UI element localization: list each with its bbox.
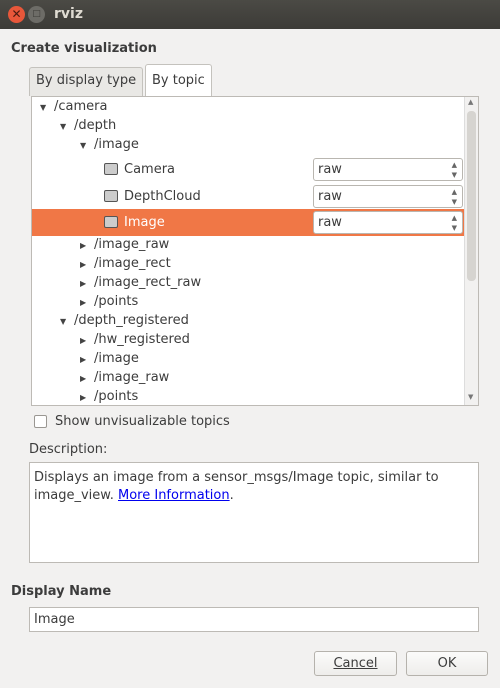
tree-item[interactable]: ▶ /points (32, 292, 464, 311)
more-information-link[interactable]: More Information (118, 488, 230, 503)
tree-scrollbar[interactable]: ▲ ▼ (464, 97, 478, 405)
topic-type-combo[interactable]: raw ▲ ▼ (313, 185, 463, 208)
tab-by-topic[interactable]: By topic (145, 64, 212, 97)
camera-icon (104, 163, 118, 175)
tree-item-label: /depth (74, 118, 117, 133)
tree-item[interactable]: ▶ /points (32, 387, 464, 405)
topic-type-combo[interactable]: raw ▲ ▼ (313, 158, 463, 181)
cancel-label: Cancel (333, 656, 378, 671)
tree-item-label: Image (124, 215, 165, 230)
tree-item[interactable]: ▶ /image_rect (32, 254, 464, 273)
show-unvisualizable-checkbox[interactable] (34, 415, 47, 428)
scrollbar-thumb[interactable] (467, 111, 476, 281)
tree-item-label: /camera (54, 99, 108, 114)
window-title: rviz (54, 6, 83, 22)
tree-item[interactable]: ▼ /camera (32, 97, 464, 116)
tree-item[interactable]: ▶ /image (32, 349, 464, 368)
combo-value: raw (318, 189, 342, 204)
description-end: . (229, 488, 234, 503)
combo-value: raw (318, 215, 342, 230)
tree-item-label: /image (94, 351, 139, 366)
tree-item-label: /depth_registered (74, 313, 189, 328)
description-text: Displays an image from a sensor_msgs/Ima… (34, 470, 439, 503)
spinner-arrows-icon: ▲ ▼ (451, 214, 457, 232)
expand-arrow-icon[interactable]: ▶ (80, 369, 86, 388)
tree-item[interactable]: raw ▲ ▼ Camera (32, 156, 464, 183)
tree-item-label: /points (94, 294, 139, 309)
depthcloud-icon (104, 190, 118, 202)
expand-arrow-icon[interactable]: ▶ (80, 293, 86, 312)
tree-item[interactable]: ▶ /image_raw (32, 235, 464, 254)
ok-button[interactable]: OK (406, 651, 488, 676)
tree-item[interactable]: ▼ /depth (32, 116, 464, 135)
tree-item[interactable]: raw ▲ ▼ DepthCloud (32, 183, 464, 210)
cancel-button[interactable]: Cancel (314, 651, 397, 676)
title-bar: ✕ □ rviz (0, 0, 500, 29)
tree-item-label: /image_raw (94, 370, 170, 385)
expand-arrow-icon[interactable]: ▶ (80, 388, 86, 405)
tree-item-label: /image (94, 137, 139, 152)
tab-by-display-type[interactable]: By display type (29, 67, 144, 96)
close-button[interactable]: ✕ (8, 6, 25, 23)
tree-item[interactable]: ▼ /depth_registered (32, 311, 464, 330)
tree-item[interactable]: ▶ /image_raw (32, 368, 464, 387)
tree-item-label: /image_rect (94, 256, 171, 271)
topic-tree[interactable]: ▶ /points ▶ /image_raw ▶ /image ▶ /hw_registere… (31, 96, 479, 406)
spinner-arrows-icon: ▲ ▼ (451, 188, 457, 206)
display-name-input[interactable] (29, 607, 479, 632)
tree-item-label: /hw_registered (94, 332, 190, 347)
image-icon (104, 216, 118, 228)
expand-arrow-icon[interactable]: ▶ (80, 331, 86, 350)
maximize-button[interactable]: □ (28, 6, 45, 23)
collapse-arrow-icon[interactable]: ▼ (80, 136, 86, 155)
collapse-arrow-icon[interactable]: ▼ (60, 117, 66, 136)
ok-label: OK (437, 656, 457, 671)
expand-arrow-icon[interactable]: ▶ (80, 274, 86, 293)
section-title: Create visualization (11, 41, 157, 56)
tree-item[interactable]: ▶ /hw_registered (32, 330, 464, 349)
tree-item-label: /image_rect_raw (94, 275, 202, 290)
description-label: Description: (29, 442, 108, 457)
tree-item-label: DepthCloud (124, 189, 201, 204)
show-unvisualizable-label[interactable]: Show unvisualizable topics (55, 414, 230, 429)
tree-item[interactable]: ▼ /image (32, 135, 464, 154)
expand-arrow-icon[interactable]: ▶ (80, 236, 86, 255)
tree-item-label: Camera (124, 162, 176, 177)
spinner-arrows-icon: ▲ ▼ (451, 161, 457, 179)
combo-value: raw (318, 162, 342, 177)
topic-type-combo[interactable]: raw ▲ ▼ (313, 211, 463, 234)
display-name-label: Display Name (11, 584, 112, 599)
tree-item[interactable]: ▶ /image_rect_raw (32, 273, 464, 292)
tree-item-label: /image_raw (94, 237, 170, 252)
expand-arrow-icon[interactable]: ▶ (80, 255, 86, 274)
expand-arrow-icon[interactable]: ▶ (80, 350, 86, 369)
tree-item-label: /points (94, 389, 139, 404)
tree-item[interactable]: raw ▲ ▼ Image (32, 209, 464, 236)
collapse-arrow-icon[interactable]: ▼ (60, 312, 66, 331)
collapse-arrow-icon[interactable]: ▼ (40, 98, 46, 117)
description-box: Displays an image from a sensor_msgs/Ima… (29, 462, 479, 563)
